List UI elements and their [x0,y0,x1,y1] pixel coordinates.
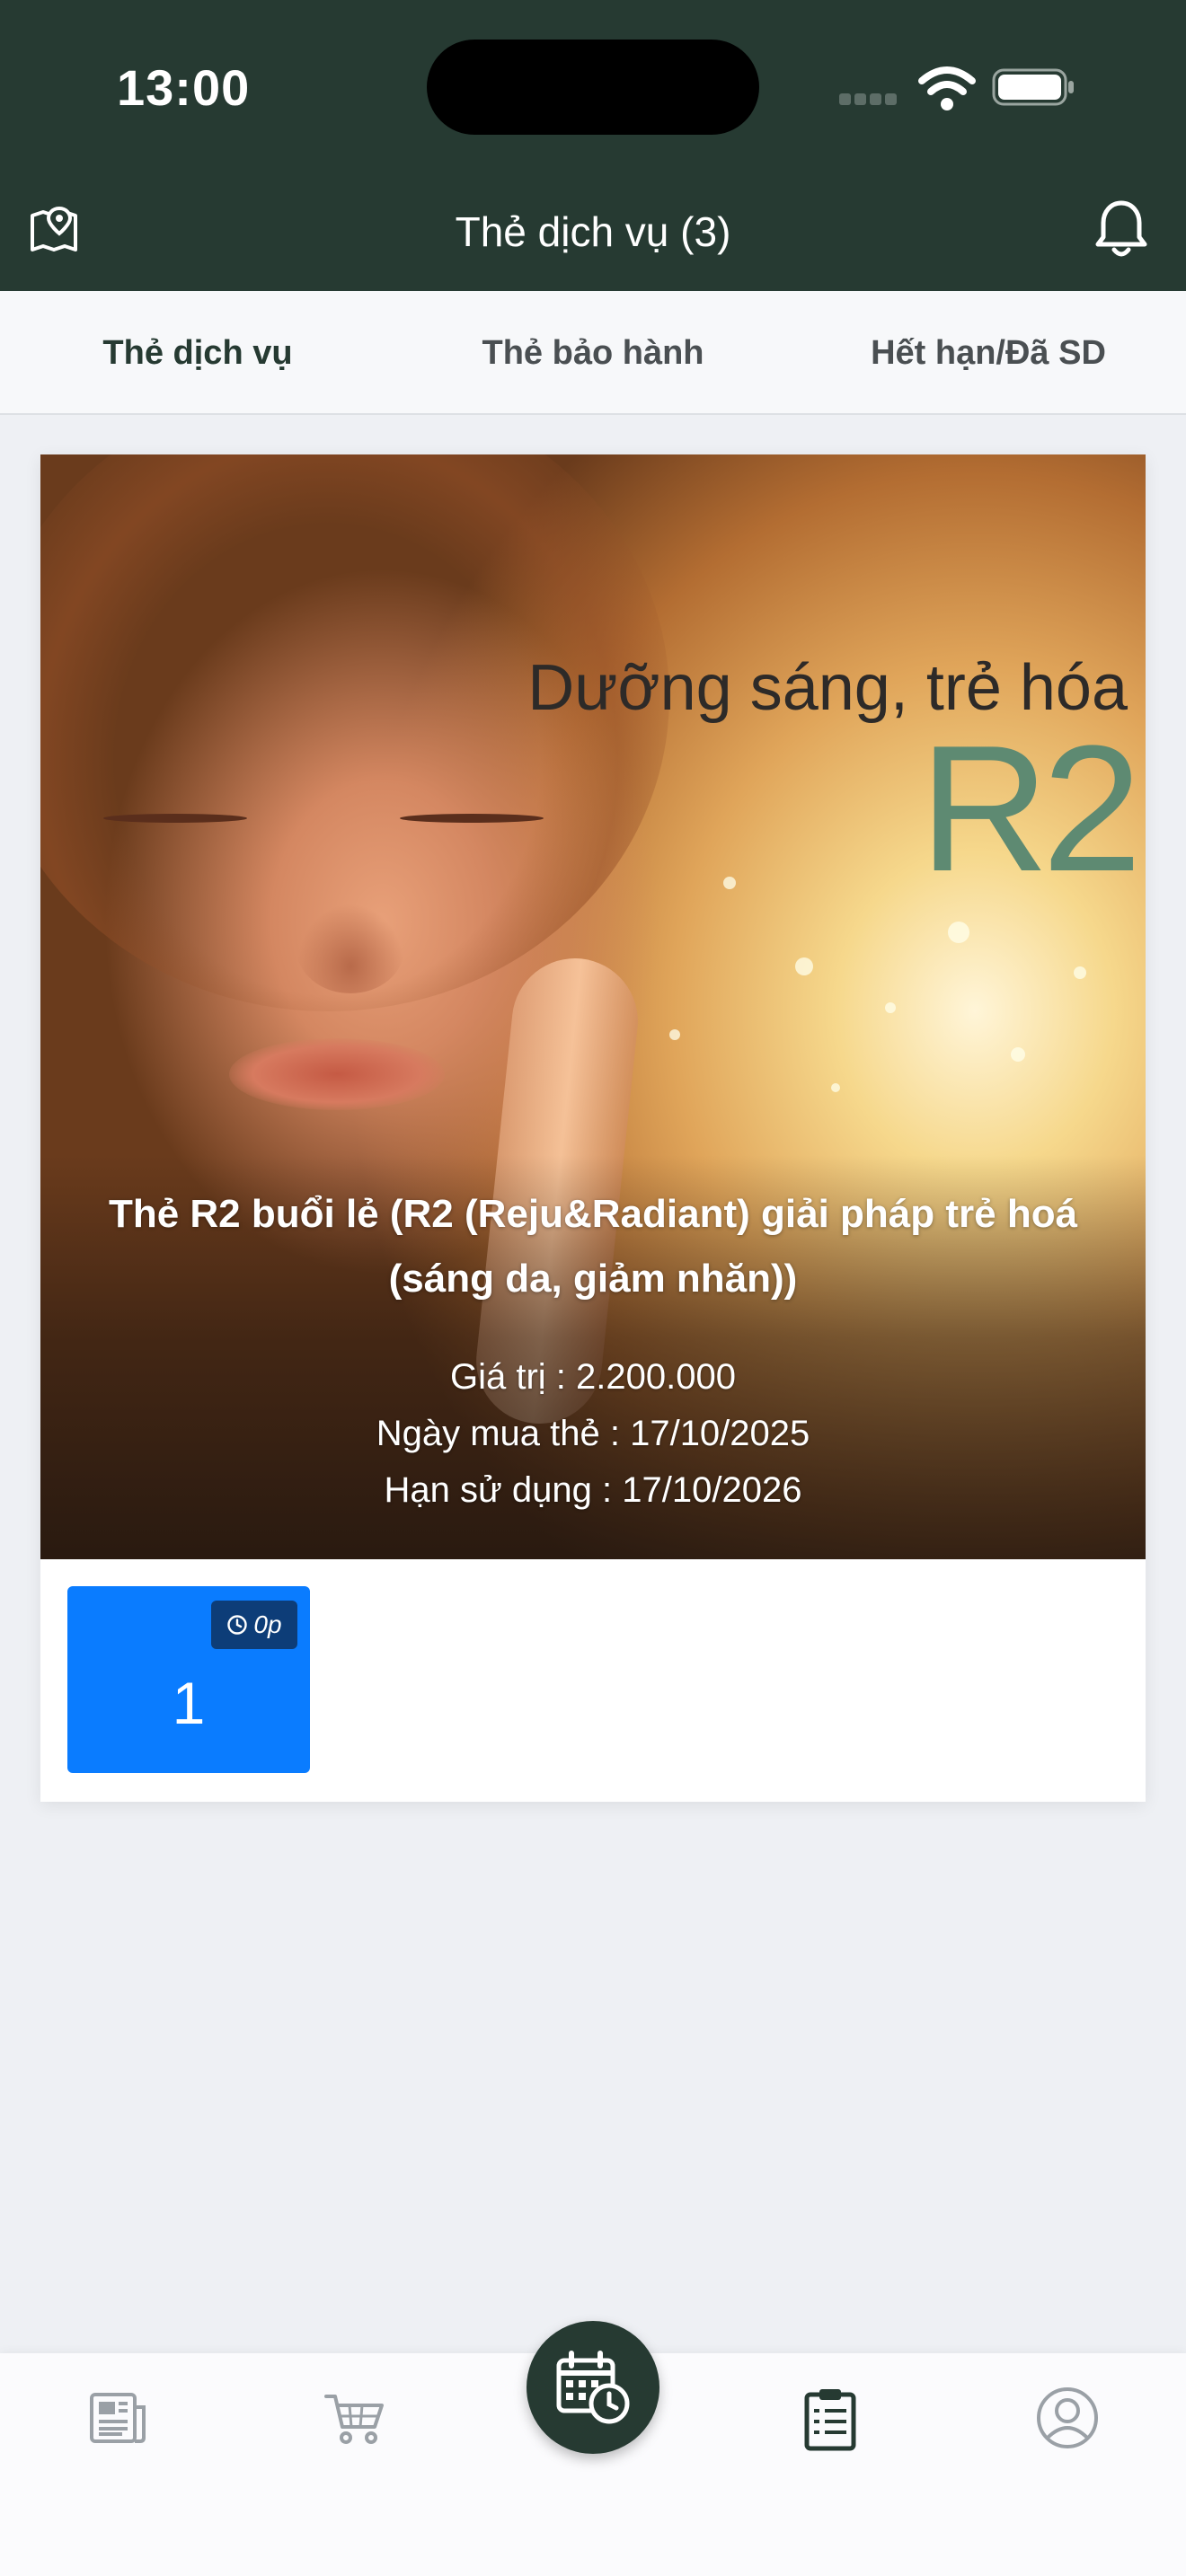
map-pin-icon[interactable] [27,203,81,257]
app-header: 13:00 Thẻ dịch vụ (3) [0,0,1186,291]
dynamic-island [427,40,759,135]
card-expiry-date: Hạn sử dụng : 17/10/2026 [384,1470,802,1510]
card-title: Thẻ R2 buổi lẻ (R2 (Reju&Radiant) giải p… [108,1192,1078,1301]
session-duration-badge: 0p [211,1601,297,1649]
battery-icon [992,68,1074,106]
clock-icon [227,1615,248,1635]
booking-button[interactable] [527,2321,659,2454]
calendar-clock-icon [556,2351,630,2424]
page-title: Thẻ dịch vụ (3) [455,208,731,255]
wifi-icon [918,66,976,110]
tab-bar: Thẻ dịch vụ Thẻ bảo hành Hết hạn/Đã SD [0,291,1186,415]
card-value: Giá trị : 2.200.000 [450,1357,736,1397]
status-time: 13:00 [117,59,251,116]
tab-warranty-cards[interactable]: Thẻ bảo hành [395,291,791,413]
clipboard-icon[interactable] [794,2382,866,2454]
account-icon[interactable] [1031,2382,1103,2454]
service-card[interactable]: Dưỡng sáng, trẻ hóa R2 Thẻ R2 buổi lẻ (R… [40,454,1146,1802]
card-banner-image: Dưỡng sáng, trẻ hóa R2 Thẻ R2 buổi lẻ (R… [40,454,1146,1559]
card-purchase-date: Ngày mua thẻ : 17/10/2025 [376,1414,810,1453]
cellular-signal-icon [839,93,904,106]
card-info: Giá trị : 2.200.000 Ngày mua thẻ : 17/10… [76,1349,1110,1516]
banner-brand: R2 [919,709,1142,909]
news-icon[interactable] [83,2382,155,2454]
bell-icon[interactable] [1093,198,1150,262]
tab-expired-used[interactable]: Hết hạn/Đã SD [791,291,1186,413]
cart-icon[interactable] [319,2382,391,2454]
tab-service-cards[interactable]: Thẻ dịch vụ [0,291,395,413]
session-duration: 0p [253,1610,282,1638]
session-number: 1 [172,1670,206,1736]
session-tile[interactable]: 0p 1 [67,1586,310,1773]
